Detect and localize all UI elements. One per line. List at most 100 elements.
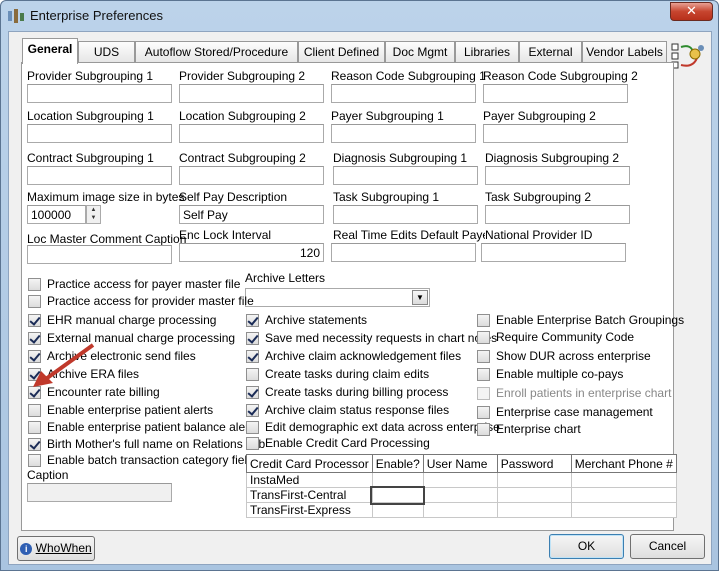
checkbox-icon[interactable] (28, 277, 41, 291)
who-when-button[interactable]: i WhoWhen (17, 536, 95, 561)
tree-structure-icon[interactable] (671, 42, 705, 70)
max-image-size-stepper[interactable]: ▲ ▼ (86, 205, 101, 224)
col1-checkbox-9[interactable]: Birth Mother's full name on Relations Ta… (28, 437, 265, 451)
ok-button[interactable]: OK (549, 534, 624, 559)
payer-subgrouping-2-input[interactable] (483, 124, 628, 143)
real-time-edits-payer-input[interactable] (331, 243, 476, 262)
table-cell[interactable] (371, 502, 424, 518)
col3-checkbox-5[interactable]: Enterprise case management (477, 405, 653, 419)
loc-master-comment-caption-input[interactable] (27, 245, 172, 264)
checkbox-icon[interactable] (246, 436, 259, 450)
contract-subgrouping-1-input[interactable] (27, 166, 172, 185)
location-subgrouping-2-input[interactable] (179, 124, 324, 143)
col1-checkbox-10[interactable]: Enable batch transaction category field (28, 453, 254, 467)
col2-checkbox-1[interactable]: Save med necessity requests in chart not… (246, 331, 497, 345)
tab-doc-mgmt[interactable]: Doc Mgmt (385, 41, 455, 62)
col3-checkbox-0[interactable]: Enable Enterprise Batch Groupings (477, 313, 684, 327)
cancel-button[interactable]: Cancel (630, 534, 705, 559)
tab-vendor-labels[interactable]: Vendor Labels (582, 41, 667, 62)
col2-checkbox-3[interactable]: Create tasks during claim edits (246, 367, 429, 381)
checkbox-icon[interactable] (477, 367, 490, 381)
col3-checkbox-4[interactable]: Enroll patients in enterprise chart (477, 386, 671, 400)
col2-checkbox-2[interactable]: Archive claim acknowledgement files (246, 349, 461, 363)
national-provider-id-input[interactable] (481, 243, 626, 262)
diagnosis-subgrouping-1-input[interactable] (333, 166, 478, 185)
task-subgrouping-2-input[interactable] (485, 205, 630, 224)
col1-checkbox-0[interactable]: Practice access for payer master file (28, 277, 240, 291)
enc-lock-interval-input[interactable]: 120 (179, 243, 324, 262)
payer-subgrouping-1-input[interactable] (331, 124, 476, 143)
table-cell[interactable] (496, 502, 572, 518)
table-cell[interactable]: TransFirst-Express (246, 502, 373, 518)
col2-checkbox-7[interactable]: Enable Credit Card Processing (246, 436, 430, 450)
col1-checkbox-2[interactable]: EHR manual charge processing (28, 313, 216, 327)
tab-general[interactable]: General (22, 38, 78, 64)
checkbox-icon[interactable] (28, 313, 41, 327)
checkbox-icon[interactable] (246, 420, 259, 434)
checkbox-icon[interactable] (28, 294, 41, 308)
col1-checkbox-8[interactable]: Enable enterprise patient balance alerts (28, 420, 258, 434)
checkbox-icon[interactable] (246, 367, 259, 381)
table-cell[interactable] (422, 472, 498, 488)
tab-uds[interactable]: UDS (78, 41, 135, 62)
table-row[interactable]: TransFirst-Central (246, 485, 677, 505)
col2-checkbox-6[interactable]: Edit demographic ext data across enterpr… (246, 420, 500, 434)
checkbox-icon[interactable] (28, 437, 41, 451)
stepper-up-icon[interactable]: ▲ (87, 206, 100, 214)
table-cell[interactable] (496, 472, 572, 488)
table-cell[interactable] (371, 472, 424, 488)
table-cell[interactable] (570, 487, 677, 503)
col3-checkbox-3[interactable]: Enable multiple co-pays (477, 367, 623, 381)
contract-subgrouping-2-input[interactable] (179, 166, 324, 185)
checkbox-icon[interactable] (246, 385, 259, 399)
checkbox-icon[interactable] (246, 313, 259, 327)
checkbox-icon[interactable] (246, 349, 259, 363)
table-row[interactable]: TransFirst-Express (246, 502, 677, 518)
col1-checkbox-7[interactable]: Enable enterprise patient alerts (28, 403, 213, 417)
tab-autoflow[interactable]: Autoflow Stored/Procedure (135, 41, 298, 62)
table-cell[interactable]: InstaMed (246, 472, 373, 488)
col2-checkbox-4[interactable]: Create tasks during billing process (246, 385, 448, 399)
close-button[interactable]: ✕ (670, 2, 713, 21)
tab-client-defined[interactable]: Client Defined (298, 41, 385, 62)
table-cell[interactable] (570, 472, 677, 488)
location-subgrouping-1-input[interactable] (27, 124, 172, 143)
tab-external[interactable]: External (519, 41, 582, 62)
provider-subgrouping-1-input[interactable] (27, 84, 172, 103)
title-bar[interactable]: Enterprise Preferences ✕ (1, 1, 718, 31)
provider-subgrouping-2-input[interactable] (179, 84, 324, 103)
col3-checkbox-1[interactable]: Require Community Code (477, 330, 634, 344)
chevron-down-icon[interactable]: ▼ (412, 290, 428, 305)
col3-checkbox-2[interactable]: Show DUR across enterprise (477, 349, 651, 363)
caption-input[interactable] (27, 483, 172, 502)
archive-letters-select[interactable]: ▼ (245, 288, 430, 307)
task-subgrouping-1-input[interactable] (333, 205, 478, 224)
checkbox-icon[interactable] (28, 403, 41, 417)
diagnosis-subgrouping-2-input[interactable] (485, 166, 630, 185)
tab-libraries[interactable]: Libraries (455, 41, 519, 62)
table-cell[interactable] (570, 502, 677, 518)
checkbox-icon[interactable] (477, 330, 490, 344)
table-cell[interactable] (422, 487, 498, 503)
self-pay-description-input[interactable]: Self Pay (179, 205, 324, 224)
checkbox-icon[interactable] (477, 313, 490, 327)
checkbox-icon[interactable] (477, 422, 490, 436)
table-cell[interactable]: TransFirst-Central (246, 487, 373, 503)
table-cell[interactable] (496, 487, 572, 503)
checkbox-icon[interactable] (477, 405, 490, 419)
checkbox-icon[interactable] (28, 453, 41, 467)
col1-checkbox-1[interactable]: Practice access for provider master file (28, 294, 254, 308)
reason-code-subgrouping-1-input[interactable] (331, 84, 476, 103)
max-image-size-input[interactable]: 100000 (27, 205, 86, 224)
reason-code-subgrouping-2-input[interactable] (483, 84, 628, 103)
col3-checkbox-6[interactable]: Enterprise chart (477, 422, 581, 436)
table-cell[interactable] (370, 485, 426, 505)
table-cell[interactable] (422, 502, 498, 518)
col2-checkbox-0[interactable]: Archive statements (246, 313, 367, 327)
checkbox-icon[interactable] (246, 331, 259, 345)
checkbox-icon[interactable] (246, 403, 259, 417)
col2-checkbox-5[interactable]: Archive claim status response files (246, 403, 449, 417)
checkbox-icon[interactable] (477, 349, 490, 363)
table-row[interactable]: InstaMed (246, 472, 677, 488)
checkbox-icon[interactable] (28, 420, 41, 434)
